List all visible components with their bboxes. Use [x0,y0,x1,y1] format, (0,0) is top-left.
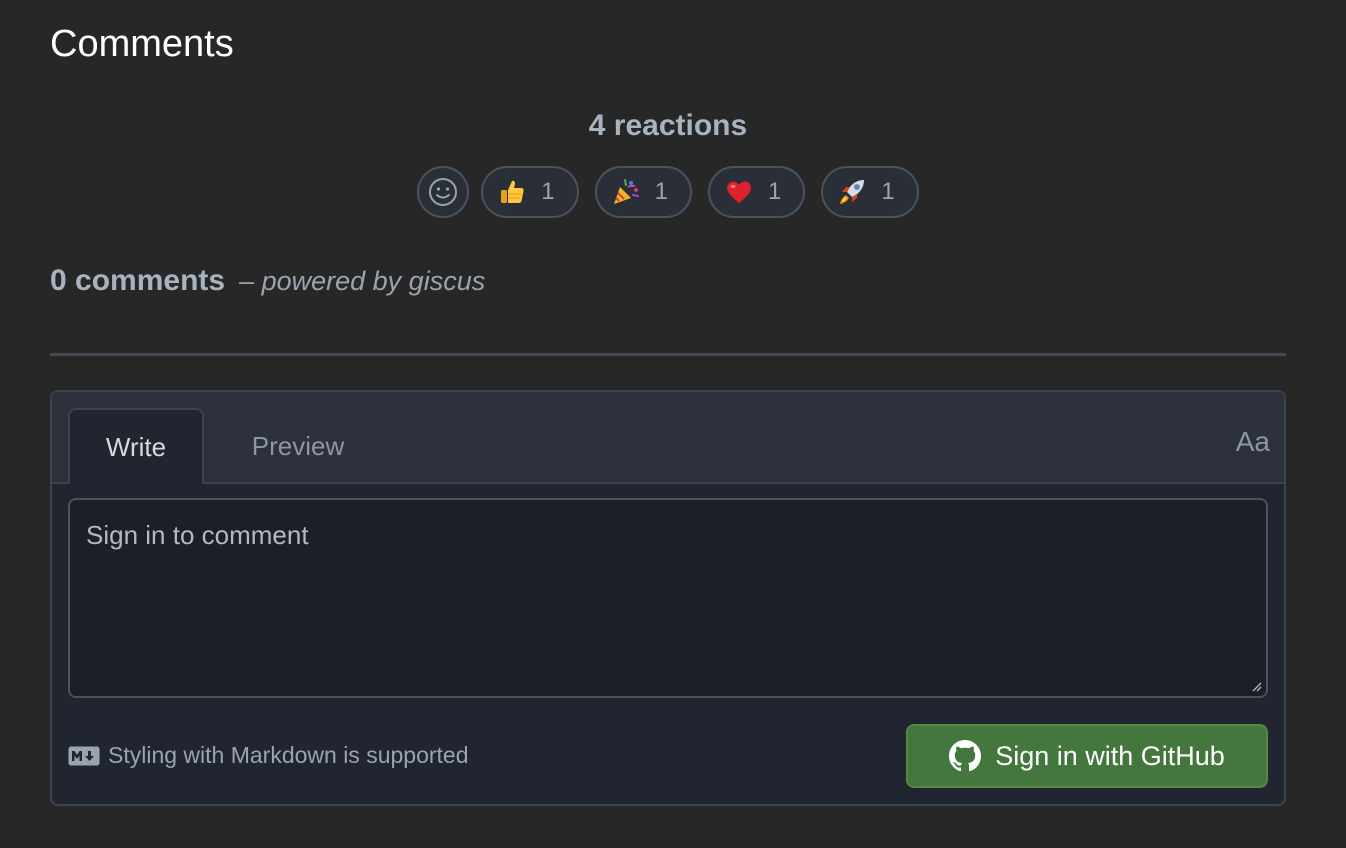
markdown-hint[interactable]: Styling with Markdown is supported [68,742,469,769]
sign-in-label: Sign in with GitHub [995,740,1225,771]
reaction-count: 1 [654,178,668,205]
heart-icon [724,177,754,207]
powered-by-link[interactable]: – powered by giscus [239,266,485,297]
github-icon [949,740,982,772]
smiley-icon [429,178,458,206]
thumbs-up-icon [497,177,527,207]
tab-write[interactable]: Write [68,408,204,484]
resize-grip-icon[interactable] [1250,680,1262,692]
reaction-rocket[interactable]: 1 [821,166,919,218]
markdown-hint-label: Styling with Markdown is supported [108,742,469,768]
reaction-count: 1 [881,178,895,205]
rocket-icon [837,177,867,207]
party-popper-icon [611,177,641,207]
reaction-party-popper[interactable]: 1 [594,166,692,218]
comments-header: 0 comments – powered by giscus [50,264,485,298]
comments-count: 0 comments [50,264,226,297]
reaction-count: 1 [768,178,782,205]
reaction-heart[interactable]: 1 [708,166,806,218]
reaction-thumbs-up[interactable]: 1 [481,166,579,218]
reactions-row: 1 1 1 1 [0,166,1336,218]
reaction-count: 1 [541,178,555,205]
giscus-comments-page: Comments 4 reactions 1 1 1 1 0 comments … [0,0,1346,848]
monospace-toggle-button[interactable]: Aa [1236,426,1270,458]
reactions-summary: 4 reactions [588,109,748,142]
tab-preview[interactable]: Preview [230,410,366,482]
section-title: Comments [50,23,234,65]
sign-in-with-github-button[interactable]: Sign in with GitHub [906,724,1268,788]
markdown-icon [68,746,100,765]
comment-input[interactable]: Sign in to comment [68,498,1268,698]
add-reaction-button[interactable] [417,166,470,218]
divider [50,353,1286,356]
comment-input-placeholder: Sign in to comment [86,520,309,550]
comment-editor: Write Preview Aa Sign in to comment Styl… [50,390,1286,806]
editor-tab-bar: Write Preview Aa [52,392,1284,484]
